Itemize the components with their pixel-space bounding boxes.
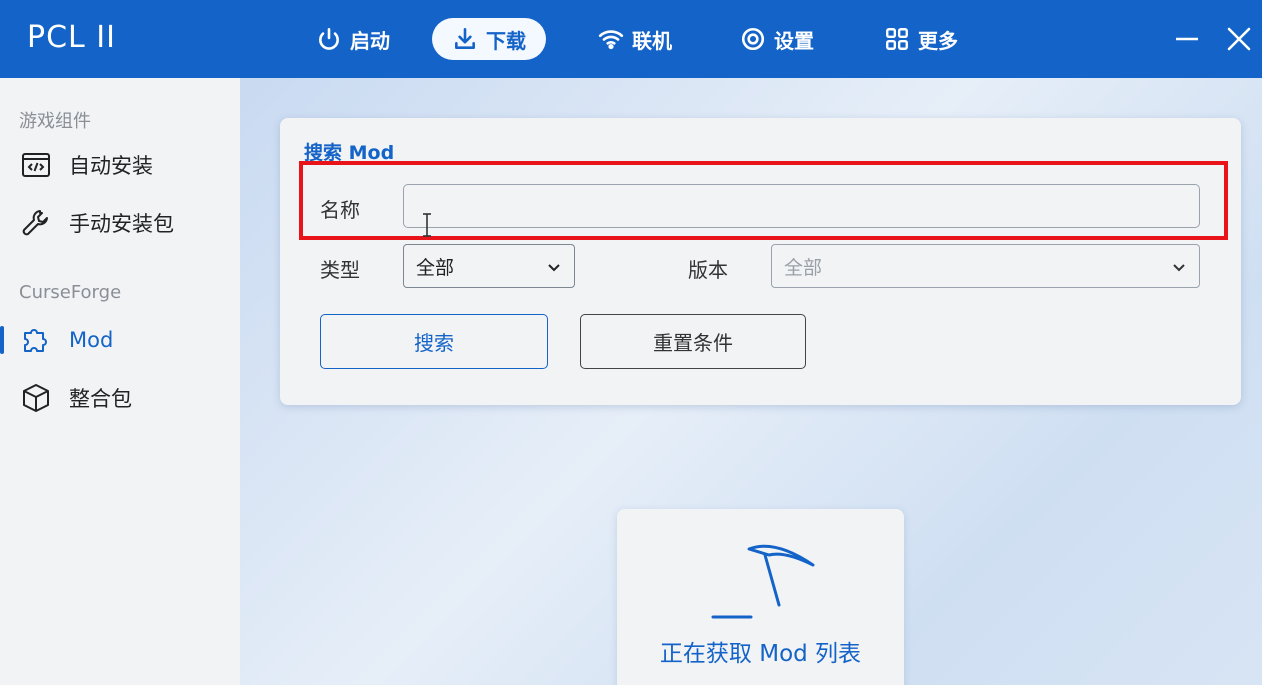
minimize-icon[interactable] [1170,22,1204,56]
version-select[interactable]: 全部 [771,244,1200,288]
text-cursor-icon [423,213,431,237]
wifi-icon [598,30,624,50]
type-select-value: 全部 [416,256,455,279]
reset-button[interactable]: 重置条件 [580,314,806,369]
pickaxe-icon [711,544,815,619]
sidebar-item-label: 自动安装 [69,154,153,178]
search-card: 搜索 Mod 名称 类型 全部 版本 全部 搜索 重置条件 [280,118,1241,405]
power-icon [319,27,339,50]
tab-online[interactable]: 联机 [578,18,692,60]
sidebar-item-label: Mod [69,328,114,352]
sidebar-item-manual-install[interactable]: 手动安装包 [0,199,240,247]
card-title: 搜索 Mod [304,142,395,164]
version-select-value: 全部 [784,256,823,279]
type-label: 类型 [320,258,360,282]
tab-settings-label: 设置 [774,28,814,53]
version-label: 版本 [688,258,728,282]
chevron-down-icon [1173,264,1185,272]
tab-more[interactable]: 更多 [864,18,978,60]
download-icon [455,27,475,49]
chevron-down-icon [548,264,560,272]
active-indicator [0,326,4,354]
sidebar: 游戏组件 自动安装 手动安装包 CurseForge Mod 整合包 [0,78,240,685]
sidebar-item-modpack[interactable]: 整合包 [0,374,240,422]
box-icon [23,384,49,412]
tab-launch-label: 启动 [350,28,390,53]
name-label: 名称 [320,198,360,222]
type-select[interactable]: 全部 [403,244,575,288]
search-button[interactable]: 搜索 [320,314,548,369]
close-icon[interactable] [1222,22,1256,56]
sidebar-item-label: 整合包 [69,387,132,411]
tab-download-label: 下载 [486,28,526,53]
puzzle-icon [24,329,47,352]
tab-settings[interactable]: 设置 [720,18,834,60]
tab-download[interactable]: 下载 [432,18,546,60]
settings-icon [741,27,765,51]
sidebar-item-label: 手动安装包 [69,212,174,236]
code-window-icon [22,153,50,177]
loading-text: 正在获取 Mod 列表 [659,641,862,667]
title-bar: PCL II 启动 下载 联机 设置 更多 [0,0,1262,78]
name-input[interactable] [403,184,1200,228]
grid-icon [886,28,908,50]
main-content: 搜索 Mod 名称 类型 全部 版本 全部 搜索 重置条件 正在获取 Mod 列… [240,78,1262,685]
wrench-icon [22,210,48,236]
tab-online-label: 联机 [632,28,672,53]
loading-card: 正在获取 Mod 列表 [617,509,904,685]
sidebar-section-game: 游戏组件 [19,111,91,132]
sidebar-item-auto-install[interactable]: 自动安装 [0,141,240,189]
sidebar-section-curseforge: CurseForge [19,282,122,303]
sidebar-item-mod[interactable]: Mod [0,316,240,364]
app-title: PCL II [27,20,116,55]
tab-more-label: 更多 [918,28,958,53]
tab-launch[interactable]: 启动 [296,18,410,60]
